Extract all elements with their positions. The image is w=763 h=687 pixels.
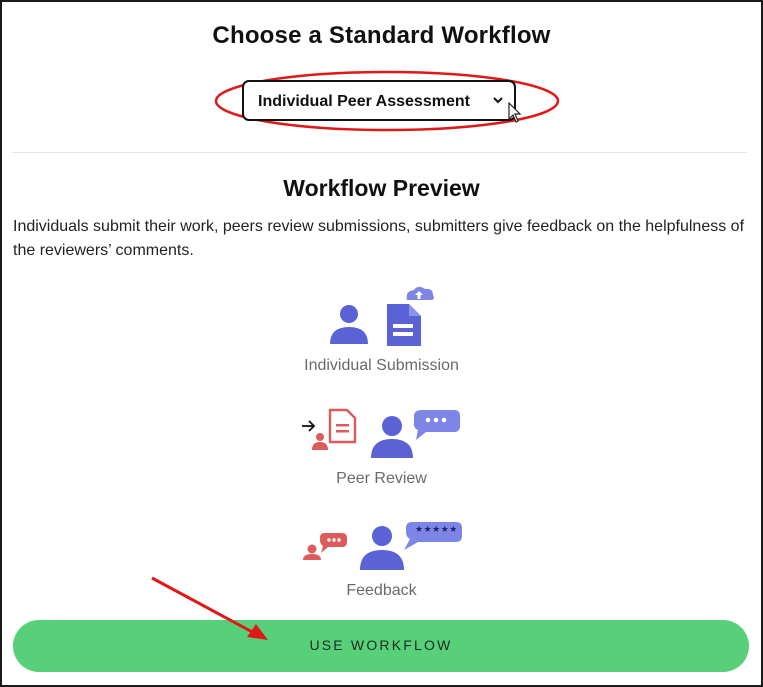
workflow-select[interactable]: Individual Peer Assessment	[242, 80, 516, 121]
individual-submission-icon	[330, 286, 434, 346]
page-title: Choose a Standard Workflow	[212, 22, 551, 49]
use-workflow-button-label: USE WORKFLOW	[309, 637, 453, 653]
step-label-peer-review: Peer Review	[336, 470, 427, 487]
feedback-rating-stars: ★★★★★	[415, 524, 458, 534]
chevron-down-icon	[493, 97, 503, 104]
step-label-individual-submission: Individual Submission	[304, 357, 459, 374]
workflow-dialog: Choose a Standard Workflow Individual Pe…	[0, 0, 763, 687]
workflow-description: Individuals submit their work, peers rev…	[13, 218, 745, 259]
step-label-feedback: Feedback	[346, 582, 417, 599]
preview-title: Workflow Preview	[283, 175, 480, 201]
use-workflow-button[interactable]: USE WORKFLOW	[13, 620, 749, 672]
peer-review-icon	[302, 408, 460, 458]
mouse-pointer-icon	[508, 102, 522, 123]
section-divider	[12, 152, 747, 153]
workflow-select-value: Individual Peer Assessment	[258, 93, 470, 110]
